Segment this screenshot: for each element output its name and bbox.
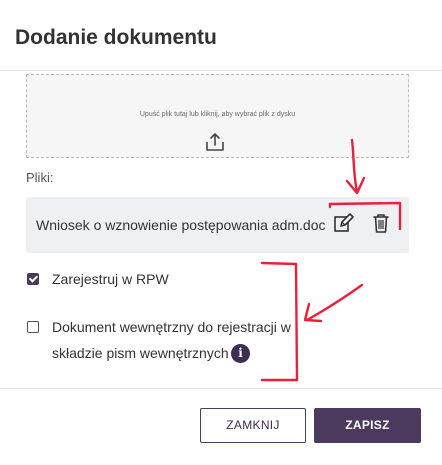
annotation-bracket-file-actions	[328, 201, 402, 231]
annotation-arrow-left	[303, 283, 364, 323]
annotation-bracket-options	[260, 261, 299, 382]
annotation-arrow-down	[345, 138, 366, 195]
annotation-overlay	[260, 138, 402, 382]
add-document-dialog: Dodanie dokumentu Upuść plik tutaj lub k…	[0, 0, 442, 465]
